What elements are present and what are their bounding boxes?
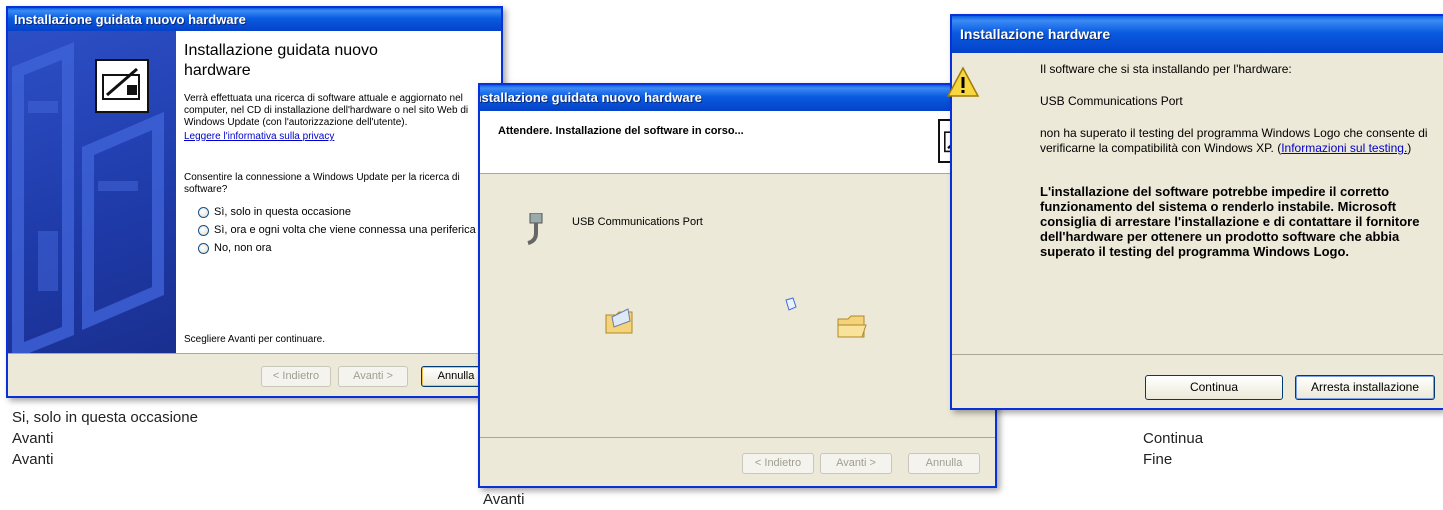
caption-line: Fine — [1143, 451, 1173, 468]
flying-file-icon — [785, 297, 797, 311]
wizard-window-installing: Installazione guidata nuovo hardware Att… — [478, 83, 997, 488]
wizard-banner — [8, 31, 176, 353]
wizard-content: Installazione guidata nuovo hardware Ver… — [176, 31, 501, 353]
radio-once[interactable]: Sì, solo in questa occasione — [198, 206, 493, 218]
button-bar: < Indietro Avanti > Annulla — [8, 353, 501, 397]
footer-instruction: Scegliere Avanti per continuare. — [184, 334, 326, 345]
window-title: Installazione guidata nuovo hardware — [480, 85, 995, 111]
radio-button[interactable] — [198, 242, 209, 254]
caption-left: Si, solo in questa occasione Avanti Avan… — [12, 407, 198, 470]
button-separator — [952, 354, 1443, 355]
radio-label: Sì, solo in questa occasione — [214, 206, 351, 218]
hardware-installation-dialog: Installazione hardware Il software che s… — [946, 14, 1443, 410]
privacy-link[interactable]: Leggere l'informativa sulla privacy — [184, 131, 493, 142]
compatibility-text: non ha superato il testing del programma… — [1040, 126, 1440, 156]
device-name: USB Communications Port — [572, 216, 703, 228]
caption-line: Avanti — [12, 430, 54, 447]
next-button[interactable]: Avanti > — [338, 366, 408, 387]
device-name: USB Communications Port — [1040, 94, 1183, 108]
cancel-button[interactable]: Annulla — [908, 453, 980, 474]
compatibility-close: ) — [1407, 141, 1412, 155]
warning-text: L'installazione del software potrebbe im… — [1040, 184, 1420, 259]
caption-middle: Avanti — [483, 489, 524, 510]
radio-button[interactable] — [198, 206, 209, 218]
testing-info-link[interactable]: Informazioni sul testing. — [1281, 141, 1407, 155]
dialog-body: Il software che si sta installando per l… — [1040, 62, 1440, 259]
window-title: Installazione guidata nuovo hardware — [8, 8, 501, 31]
caption-line: Avanti — [483, 491, 525, 508]
serial-port-icon — [527, 213, 543, 245]
window-title-text: Installazione guidata nuovo hardware — [480, 90, 702, 105]
warning-icon — [946, 66, 980, 97]
next-button[interactable]: Avanti > — [820, 453, 892, 474]
radio-not-now[interactable]: No, non ora — [198, 242, 493, 254]
hardware-icon — [95, 59, 149, 113]
back-button[interactable]: < Indietro — [742, 453, 814, 474]
source-folder-icon — [605, 308, 633, 334]
header-panel: Attendere. Installazione del software in… — [480, 111, 995, 174]
radio-always[interactable]: Sì, ora e ogni volta che viene connessa … — [198, 224, 493, 236]
caption-right: Continua Fine — [1143, 428, 1203, 470]
caption-line: Continua — [1143, 430, 1204, 447]
page-title: Installazione guidata nuovo hardware — [184, 42, 378, 79]
radio-label: No, non ora — [214, 242, 272, 254]
stop-installation-button[interactable]: Arresta installazione — [1295, 375, 1435, 400]
button-bar — [480, 437, 995, 438]
caption-line: Avanti — [12, 451, 54, 468]
window-title: Installazione hardware — [952, 16, 1443, 53]
caption-line: Si, solo in questa occasione — [12, 409, 198, 426]
question-text: Consentire la connessione a Windows Upda… — [184, 172, 460, 195]
radio-button[interactable] — [198, 224, 209, 236]
wizard-window-welcome: Installazione guidata nuovo hardware Ins… — [6, 6, 503, 398]
page-title: Attendere. Installazione del software in… — [498, 125, 744, 137]
continue-button[interactable]: Continua — [1145, 375, 1283, 400]
back-button[interactable]: < Indietro — [261, 366, 331, 387]
banner-graphic — [12, 42, 164, 353]
intro-text: Il software che si sta installando per l… — [1040, 62, 1292, 76]
destination-folder-icon — [837, 315, 867, 338]
radio-label: Sì, ora e ogni volta che viene connessa … — [214, 224, 476, 236]
intro-text: Verrà effettuata una ricerca di software… — [184, 93, 469, 128]
